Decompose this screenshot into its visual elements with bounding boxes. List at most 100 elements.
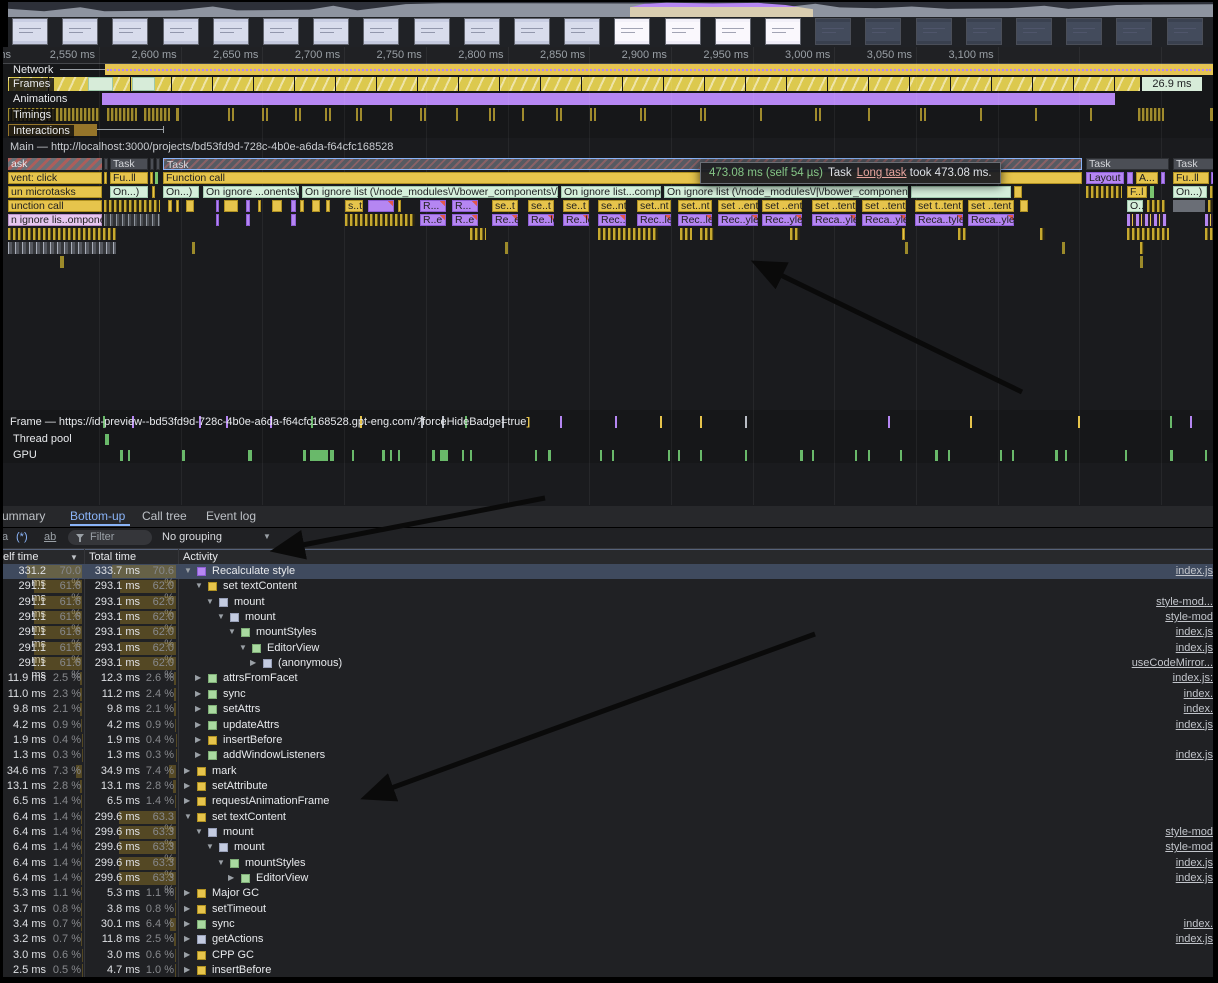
flame-fragment[interactable] — [1127, 228, 1169, 240]
table-row[interactable]: 4.2 ms0.9 %4.2 ms0.9 %▶updateAttrsindex.… — [0, 718, 1218, 733]
frame-duration-badge[interactable]: 26.9 ms — [1142, 77, 1202, 91]
expander-closed-icon[interactable]: ▶ — [184, 919, 190, 928]
expander-closed-icon[interactable]: ▶ — [184, 888, 190, 897]
flame-block[interactable]: Reca..tyle — [915, 214, 963, 226]
flame-block[interactable]: O... — [1127, 200, 1143, 212]
table-row[interactable]: 5.3 ms1.1 %5.3 ms1.1 %▶Major GC — [0, 886, 1218, 901]
animations-bar[interactable] — [102, 93, 1115, 105]
flame-block[interactable]: vent: click — [8, 172, 102, 184]
column-self-time[interactable]: elf time — [3, 551, 38, 563]
flame-block[interactable]: Re..le — [563, 214, 589, 226]
flame-block[interactable]: Rec..yle — [718, 214, 758, 226]
source-link[interactable]: index.js — [1176, 565, 1213, 577]
cpu-overview-strip[interactable] — [8, 2, 1213, 17]
flame-fragment[interactable] — [1140, 242, 1144, 254]
table-row[interactable]: 3.7 ms0.8 %3.8 ms0.8 %▶setTimeout — [0, 902, 1218, 917]
table-row[interactable]: 6.4 ms1.4 %299.6 ms63.3 %▼mountStylesind… — [0, 856, 1218, 871]
flame-fragment[interactable] — [911, 186, 1011, 198]
flame-block[interactable]: n ignore lis..omponents\/) — [8, 214, 102, 226]
flame-block[interactable]: un microtasks — [8, 186, 102, 198]
flame-fragment[interactable] — [598, 228, 658, 240]
source-link[interactable]: index.js — [1176, 749, 1213, 761]
flame-fragment[interactable] — [216, 214, 219, 226]
flame-fragment[interactable] — [902, 228, 905, 240]
expander-open-icon[interactable]: ▼ — [184, 812, 192, 821]
flame-fragment[interactable] — [470, 228, 486, 240]
flame-block[interactable]: set ..ent — [762, 200, 802, 212]
source-link[interactable]: index. — [1184, 918, 1213, 930]
filmstrip-thumbnail[interactable] — [414, 18, 450, 45]
filmstrip-thumbnail[interactable] — [213, 18, 249, 45]
flame-fragment[interactable] — [272, 200, 282, 212]
flame-fragment[interactable] — [1150, 186, 1154, 198]
table-row[interactable]: 11.0 ms2.3 %11.2 ms2.4 %▶syncindex. — [0, 687, 1218, 702]
flame-block[interactable]: set t..tent — [915, 200, 963, 212]
flame-fragment[interactable] — [60, 256, 64, 268]
flame-fragment[interactable] — [246, 200, 250, 212]
filmstrip-thumbnail[interactable] — [1066, 18, 1102, 45]
expander-open-icon[interactable]: ▼ — [206, 597, 214, 606]
flame-fragment[interactable] — [155, 172, 158, 184]
flame-block[interactable]: On...) — [1173, 186, 1207, 198]
flame-block[interactable]: s..t — [345, 200, 363, 212]
column-total-time[interactable]: Total time — [89, 551, 136, 563]
filmstrip-thumbnail[interactable] — [715, 18, 751, 45]
table-row[interactable]: 331.2 ms70.0 %333.7 ms70.6 %▼Recalculate… — [0, 564, 1218, 579]
flame-fragment[interactable] — [1086, 186, 1122, 198]
table-row[interactable]: 3.0 ms0.6 %3.0 ms0.6 %▶CPP GC — [0, 948, 1218, 963]
table-row[interactable]: 6.4 ms1.4 %299.6 ms63.3 %▼set textConten… — [0, 810, 1218, 825]
expander-closed-icon[interactable]: ▶ — [184, 965, 190, 974]
flame-block[interactable]: A... — [1136, 172, 1158, 184]
flame-block[interactable]: On ignore ...onents\/) — [203, 186, 299, 198]
flame-block[interactable]: set ..tent — [862, 200, 906, 212]
flame-fragment[interactable] — [905, 242, 908, 254]
flame-block[interactable]: set..nt — [637, 200, 671, 212]
expander-closed-icon[interactable]: ▶ — [250, 658, 256, 667]
column-activity[interactable]: Activity — [183, 551, 218, 563]
flame-block[interactable]: Fu..ll — [1173, 172, 1209, 184]
main-thread-title[interactable]: Main — http://localhost:3000/projects/bd… — [10, 141, 393, 153]
flame-block[interactable]: Task — [1086, 158, 1169, 170]
flame-fragment[interactable] — [680, 228, 692, 240]
filmstrip-thumbnail[interactable] — [263, 18, 299, 45]
flame-fragment[interactable] — [216, 200, 219, 212]
flame-fragment[interactable] — [790, 228, 800, 240]
expander-closed-icon[interactable]: ▶ — [228, 873, 234, 882]
flame-fragment[interactable] — [1147, 200, 1165, 212]
flame-fragment[interactable] — [1014, 186, 1022, 198]
flame-block[interactable]: Re..le — [528, 214, 554, 226]
expander-closed-icon[interactable]: ▶ — [184, 766, 190, 775]
self-time-sort-icon[interactable]: ▼ — [70, 553, 78, 562]
flame-block[interactable]: set ..tent — [812, 200, 856, 212]
frames-track-bar[interactable] — [8, 77, 1140, 91]
flame-block[interactable]: Reca..yle — [862, 214, 906, 226]
flame-fragment[interactable] — [958, 228, 966, 240]
flame-block[interactable]: On...) — [110, 186, 148, 198]
flame-fragment[interactable] — [300, 200, 304, 212]
flame-fragment[interactable] — [186, 200, 194, 212]
flame-fragment[interactable] — [246, 214, 250, 226]
flame-fragment[interactable] — [398, 200, 401, 212]
flame-fragment[interactable] — [176, 200, 179, 212]
flame-block[interactable]: Rec..le — [678, 214, 712, 226]
flame-fragment[interactable] — [150, 158, 154, 170]
flame-block[interactable]: unction call — [8, 200, 102, 212]
flame-block[interactable]: set..nt — [678, 200, 712, 212]
flame-fragment[interactable] — [1161, 172, 1165, 184]
filmstrip-thumbnail[interactable] — [865, 18, 901, 45]
flame-fragment[interactable] — [104, 200, 160, 212]
expander-closed-icon[interactable]: ▶ — [184, 950, 190, 959]
table-row[interactable]: 1.9 ms0.4 %1.9 ms0.4 %▶insertBefore — [0, 733, 1218, 748]
flame-block[interactable]: Rec..le — [637, 214, 671, 226]
timeline-ruler[interactable]: ms 2,550 ms2,600 ms2,650 ms2,700 ms2,750… — [0, 47, 1218, 64]
frame-track-title[interactable]: Frame — https://id-preview--bd53fd9d-728… — [10, 416, 530, 428]
flame-block[interactable]: se..t — [563, 200, 589, 212]
flame-block[interactable]: R... — [452, 200, 478, 212]
tab-bottom-up[interactable]: Bottom-up — [70, 506, 130, 526]
flame-fragment[interactable] — [258, 200, 261, 212]
flame-block[interactable]: R..e — [420, 214, 446, 226]
filmstrip-thumbnail[interactable] — [363, 18, 399, 45]
flame-fragment[interactable] — [192, 242, 195, 254]
table-row[interactable]: 1.3 ms0.3 %1.3 ms0.3 %▶addWindowListener… — [0, 748, 1218, 763]
filmstrip-thumbnail[interactable] — [313, 18, 349, 45]
